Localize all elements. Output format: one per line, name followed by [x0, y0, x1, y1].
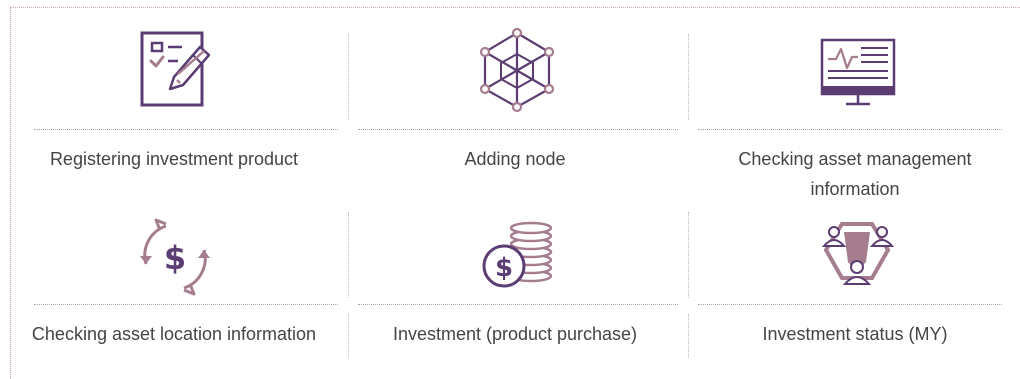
- item-label: Registering investment product: [49, 149, 299, 169]
- column-divider: [348, 34, 349, 120]
- item-label: Checking asset management information: [738, 149, 972, 199]
- item-label: Investment (product purchase): [392, 324, 638, 344]
- checklist-pencil-icon[interactable]: [130, 25, 220, 115]
- column-divider: [348, 314, 349, 358]
- item-label: Adding node: [464, 149, 566, 169]
- investor-network-icon[interactable]: [812, 212, 902, 302]
- svg-text:$: $: [495, 253, 513, 283]
- row-divider: [698, 304, 1002, 305]
- column-divider: [688, 314, 689, 358]
- frame-border-left: [10, 7, 11, 379]
- monitor-chart-icon[interactable]: [812, 30, 902, 120]
- dollar-cycle-icon[interactable]: $: [130, 212, 220, 302]
- item-label: Checking asset location information: [31, 324, 317, 344]
- row-divider: [698, 129, 1002, 130]
- row-divider: [34, 304, 338, 305]
- svg-text:$: $: [164, 239, 186, 277]
- network-node-icon[interactable]: [472, 26, 562, 116]
- column-divider: [348, 212, 349, 298]
- item-label: Investment status (MY): [762, 324, 948, 344]
- column-divider: [688, 34, 689, 120]
- row-divider: [34, 129, 338, 130]
- column-divider: [688, 212, 689, 298]
- frame-border-top: [10, 7, 1020, 8]
- coin-stack-icon[interactable]: $: [472, 218, 562, 308]
- row-divider: [358, 129, 678, 130]
